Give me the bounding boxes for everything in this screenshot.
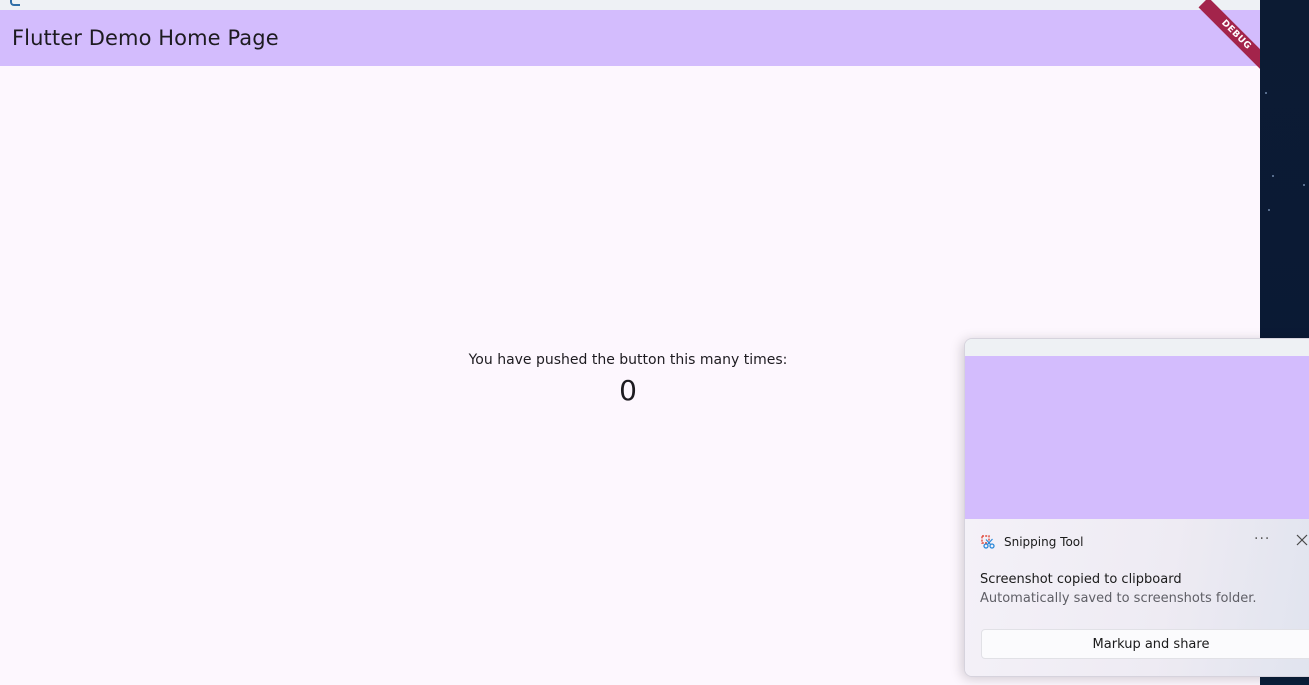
desktop-star (1268, 209, 1270, 211)
notification-app-name: Snipping Tool (1004, 535, 1084, 549)
desktop-star (1303, 184, 1305, 186)
window-title-strip (0, 0, 1260, 10)
notification-subtext: Automatically saved to screenshots folde… (980, 591, 1257, 606)
screenshot-preview-strip (965, 339, 1309, 356)
close-icon[interactable] (1295, 533, 1309, 547)
desktop-star (1272, 175, 1274, 177)
snipping-tool-icon (981, 535, 995, 549)
screenshot-preview[interactable] (965, 356, 1309, 519)
notification-body: Snipping Tool ··· Screenshot copied to c… (965, 519, 1309, 676)
page-title: Flutter Demo Home Page (12, 26, 279, 50)
app-window-icon (10, 0, 20, 6)
app-bar: Flutter Demo Home Page DEBUG (0, 0, 1260, 73)
markup-and-share-button[interactable]: Markup and share (981, 629, 1309, 659)
notification-heading: Screenshot copied to clipboard (980, 572, 1182, 587)
snipping-tool-notification[interactable]: Snipping Tool ··· Screenshot copied to c… (964, 338, 1309, 677)
more-options-icon[interactable]: ··· (1254, 531, 1270, 547)
debug-banner: DEBUG (1198, 0, 1260, 73)
desktop-star (1265, 92, 1267, 94)
